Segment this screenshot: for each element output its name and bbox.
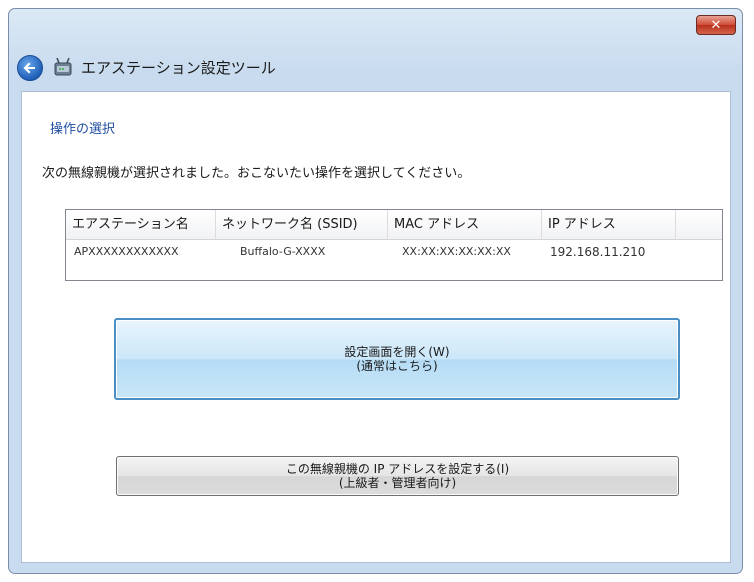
- cell-ip: 192.168.11.210: [550, 245, 646, 259]
- airstation-list[interactable]: エアステーション名 ネットワーク名 (SSID) MAC アドレス IP アドレ…: [65, 209, 723, 281]
- table-row[interactable]: APXXXXXXXXXXXX Buffalo-G-XXXX XX:XX:XX:X…: [66, 241, 722, 263]
- back-button[interactable]: [17, 55, 43, 81]
- airstation-icon: [54, 57, 72, 76]
- open-settings-button[interactable]: 設定画面を開く(W) (通常はこちら): [114, 318, 680, 400]
- instruction-text: 次の無線親機が選択されました。おこないたい操作を選択してください。: [42, 166, 471, 181]
- close-button[interactable]: ✕: [696, 15, 736, 35]
- app-window: ✕ エアステーション設定ツール 操作の選択 次の無線親機が選択されました。おこな…: [8, 8, 743, 574]
- close-icon: ✕: [710, 17, 722, 33]
- list-header: エアステーション名 ネットワーク名 (SSID) MAC アドレス IP アドレ…: [66, 210, 722, 240]
- window-title: エアステーション設定ツール: [81, 59, 276, 77]
- column-header-empty: [676, 210, 722, 239]
- column-header-mac[interactable]: MAC アドレス: [388, 210, 542, 239]
- set-ip-label: この無線親機の IP アドレスを設定する(I): [285, 462, 510, 476]
- set-ip-sublabel: (上級者・管理者向け): [338, 476, 457, 490]
- column-header-name[interactable]: エアステーション名: [66, 210, 216, 239]
- open-settings-label: 設定画面を開く(W): [344, 345, 450, 359]
- set-ip-button[interactable]: この無線親機の IP アドレスを設定する(I) (上級者・管理者向け): [116, 456, 679, 496]
- column-header-ip[interactable]: IP アドレス: [542, 210, 676, 239]
- column-header-ssid[interactable]: ネットワーク名 (SSID): [216, 210, 388, 239]
- cell-mac: XX:XX:XX:XX:XX:XX: [402, 245, 511, 258]
- back-arrow-icon: [23, 62, 35, 74]
- cell-name: APXXXXXXXXXXXX: [74, 245, 179, 258]
- content-panel: 操作の選択 次の無線親機が選択されました。おこないたい操作を選択してください。 …: [21, 91, 731, 563]
- section-title: 操作の選択: [50, 122, 116, 137]
- open-settings-sublabel: (通常はこちら): [356, 359, 438, 373]
- title-bar: ✕ エアステーション設定ツール: [9, 9, 742, 89]
- cell-ssid: Buffalo-G-XXXX: [240, 245, 326, 258]
